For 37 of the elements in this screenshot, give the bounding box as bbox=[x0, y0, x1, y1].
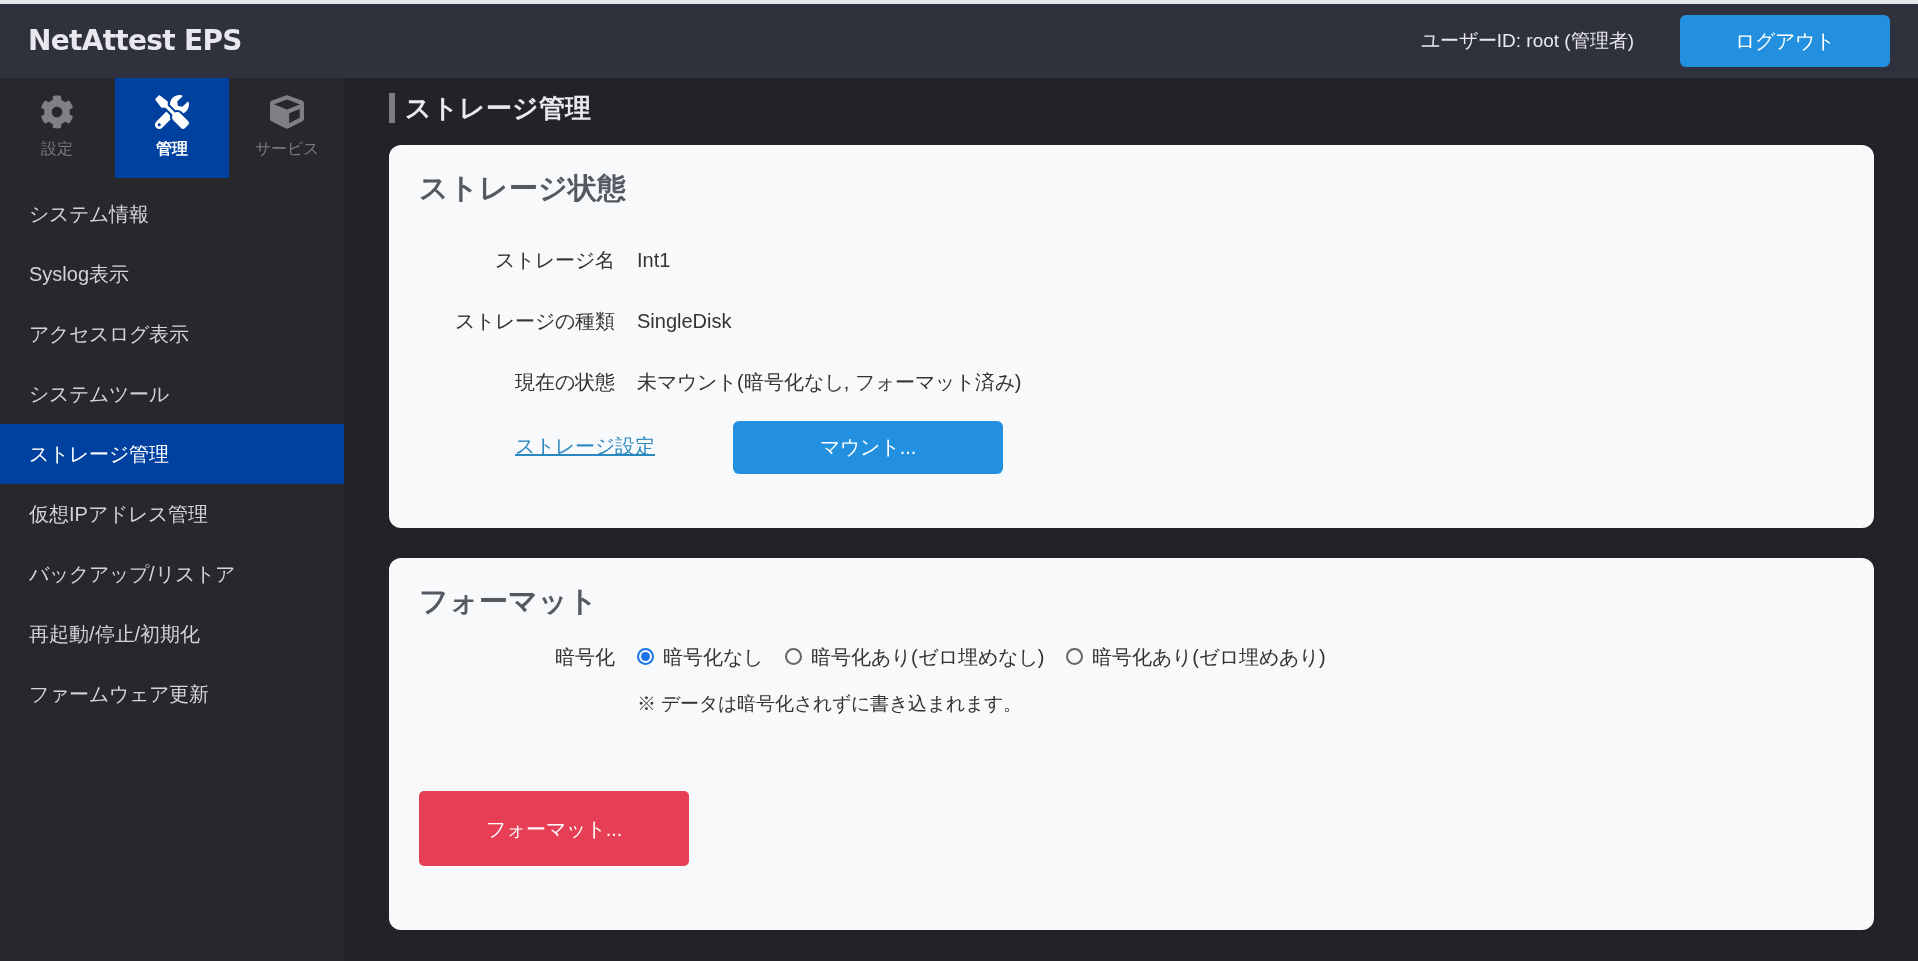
field-label: 暗号化 bbox=[554, 644, 615, 670]
radio-option[interactable]: 暗号化なし bbox=[637, 641, 763, 672]
radio-button[interactable] bbox=[637, 648, 654, 665]
page-title: ストレージ管理 bbox=[405, 91, 591, 125]
radio-option[interactable]: 暗号化あり(ゼロ埋めなし) bbox=[785, 641, 1045, 672]
sidebar-item[interactable]: システム情報 bbox=[0, 184, 344, 244]
sidebar-item[interactable]: ファームウェア更新 bbox=[0, 664, 344, 724]
field-value: Int1 bbox=[637, 247, 671, 273]
sidebar-item[interactable]: システムツール bbox=[0, 364, 344, 424]
format-button[interactable]: フォーマット... bbox=[419, 791, 689, 866]
gear-icon bbox=[40, 95, 75, 129]
radio-button[interactable] bbox=[785, 648, 802, 665]
user-id-text: ユーザーID: root (管理者) bbox=[1420, 28, 1634, 53]
radio-button[interactable] bbox=[1066, 648, 1084, 665]
sidebar-item[interactable]: バックアップ/リストア bbox=[0, 544, 344, 604]
note-text: ※ データは暗号化されずに書き込まれます。 bbox=[637, 691, 1024, 716]
storage-settings-link[interactable]: ストレージ設定 bbox=[515, 431, 655, 461]
field-label: ストレージ名 bbox=[494, 247, 615, 273]
app-logo: NetAttest EPS bbox=[28, 23, 242, 59]
nav-tab[interactable]: 設定 bbox=[0, 78, 115, 178]
sidebar-item[interactable]: Syslog表示 bbox=[0, 244, 344, 304]
nav-tab[interactable]: 管理 bbox=[114, 78, 230, 178]
title-accent-bar bbox=[389, 93, 395, 123]
sidebar-item[interactable]: アクセスログ表示 bbox=[0, 304, 344, 364]
nav-tab[interactable]: サービス bbox=[229, 78, 344, 178]
sidebar-item[interactable]: 再起動/停止/初期化 bbox=[0, 604, 344, 664]
cube-icon bbox=[269, 95, 304, 129]
sidebar-item[interactable]: 仮想IPアドレス管理 bbox=[0, 484, 344, 544]
radio-option[interactable]: 暗号化あり(ゼロ埋めあり) bbox=[1066, 641, 1326, 672]
field-value: 未マウント(暗号化なし, フォーマット済み) bbox=[637, 369, 1022, 395]
tools-icon bbox=[155, 95, 189, 129]
sidebar-item[interactable]: ストレージ管理 bbox=[0, 424, 344, 484]
field-label: ストレージの種類 bbox=[454, 308, 615, 334]
card-title: ストレージ状態 bbox=[419, 171, 627, 206]
field-label: 現在の状態 bbox=[514, 369, 615, 395]
field-value: SingleDisk bbox=[637, 308, 732, 334]
card-title: フォーマット bbox=[419, 584, 599, 619]
